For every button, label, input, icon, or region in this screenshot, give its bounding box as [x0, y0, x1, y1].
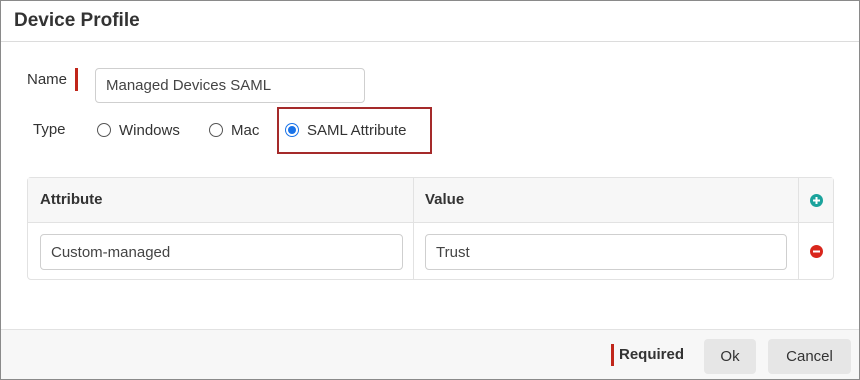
- device-profile-dialog: Device Profile Name Type Windows Mac SAM…: [0, 0, 860, 380]
- required-marker: [611, 344, 614, 366]
- dialog-footer: Required Ok Cancel: [1, 329, 859, 379]
- column-header-attribute: Attribute: [40, 191, 103, 208]
- type-radio-saml-attribute-label: SAML Attribute: [307, 121, 407, 139]
- table-header: Attribute Value: [28, 178, 833, 223]
- type-label: Type: [33, 121, 66, 138]
- name-input[interactable]: [95, 68, 365, 103]
- radio-checked-icon: [285, 123, 299, 137]
- add-row-button[interactable]: [810, 194, 823, 207]
- type-radio-windows[interactable]: Windows: [97, 121, 180, 139]
- required-legend: Required: [619, 346, 685, 363]
- attribute-value-input[interactable]: [425, 234, 787, 270]
- plus-circle-icon: [813, 197, 820, 204]
- column-divider: [798, 178, 799, 279]
- attribute-table: Attribute Value: [27, 177, 834, 280]
- cancel-button[interactable]: Cancel: [768, 339, 851, 374]
- type-radio-saml-attribute[interactable]: SAML Attribute: [285, 121, 407, 139]
- attribute-name-input[interactable]: [40, 234, 403, 270]
- type-radio-mac-label: Mac: [231, 121, 260, 139]
- column-header-value: Value: [425, 191, 465, 208]
- column-divider: [413, 178, 414, 279]
- radio-unchecked-icon: [209, 123, 223, 137]
- dialog-header: Device Profile: [1, 1, 859, 42]
- remove-row-button[interactable]: [810, 245, 823, 258]
- minus-circle-icon: [813, 250, 820, 253]
- type-radio-mac[interactable]: Mac: [209, 121, 259, 139]
- ok-button[interactable]: Ok: [704, 339, 756, 374]
- name-label: Name: [27, 71, 68, 88]
- required-marker: [75, 68, 78, 91]
- type-radio-windows-label: Windows: [119, 121, 180, 139]
- dialog-title: Device Profile: [14, 10, 140, 31]
- radio-unchecked-icon: [97, 123, 111, 137]
